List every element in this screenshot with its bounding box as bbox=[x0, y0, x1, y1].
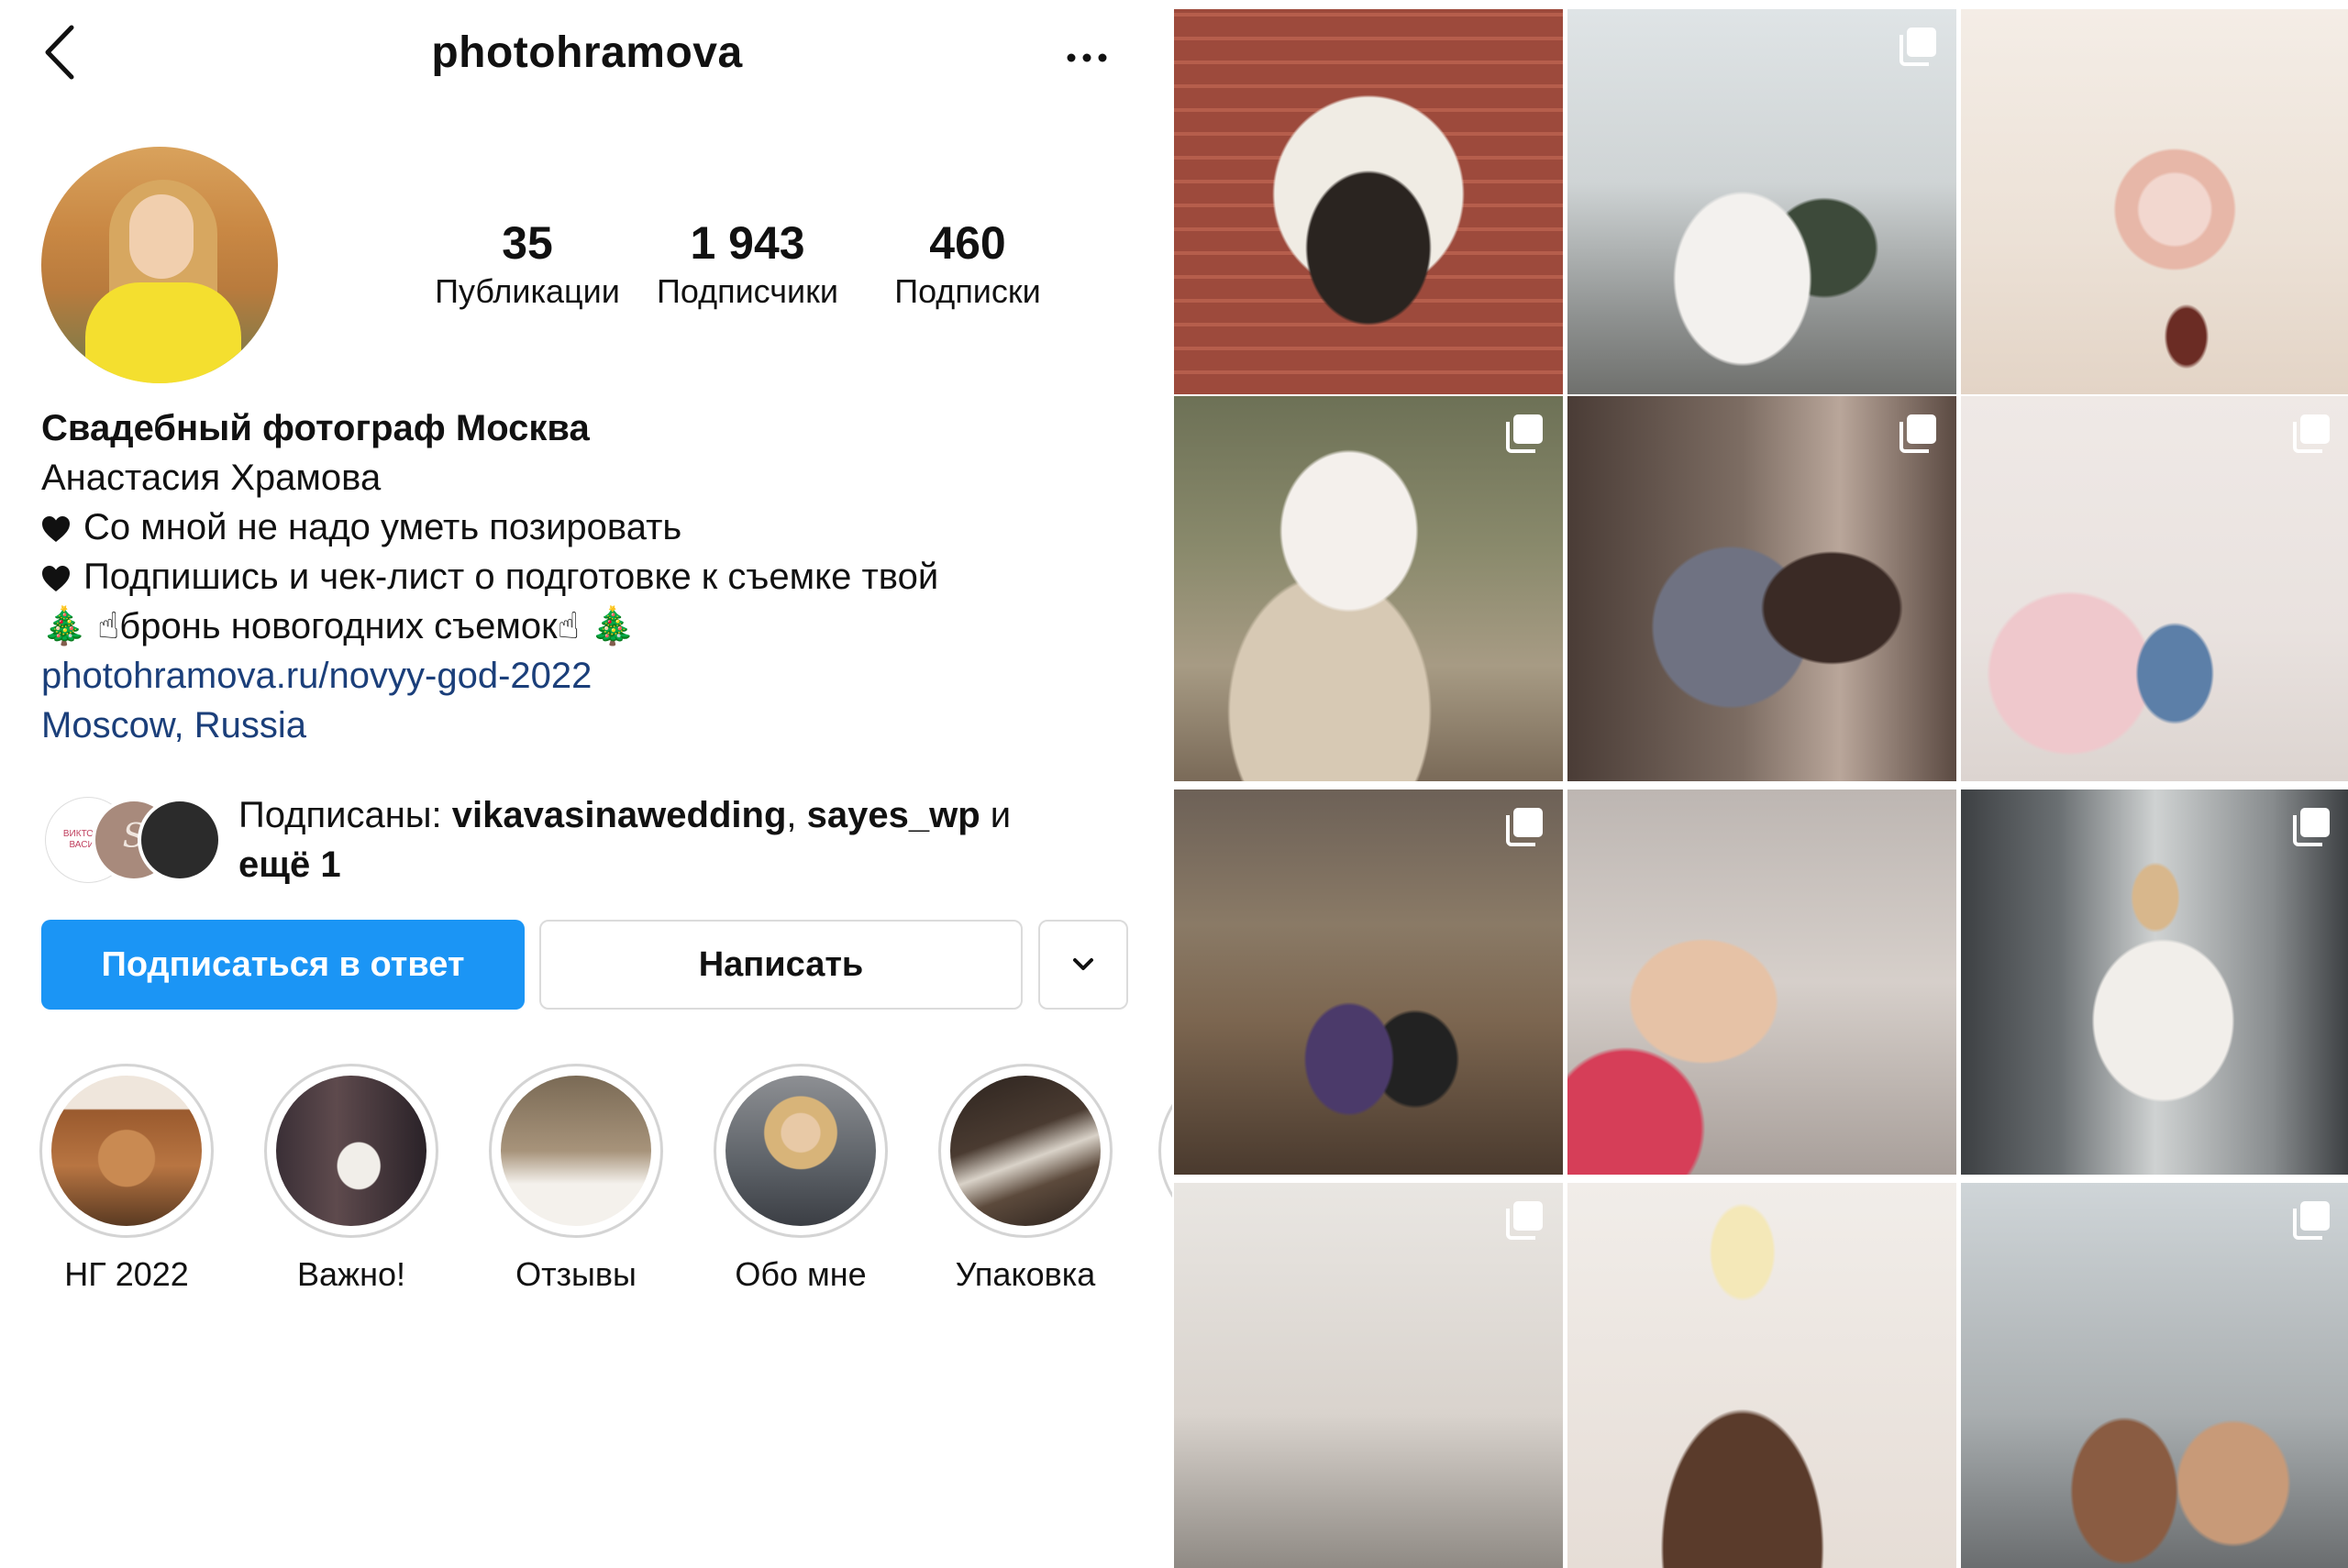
highlight-vazhno[interactable]: Важно! bbox=[260, 1064, 443, 1295]
follower-avatar-3 bbox=[138, 798, 222, 882]
post-tile[interactable] bbox=[1174, 9, 1563, 394]
avatar-shirt bbox=[85, 282, 241, 383]
highlight-cover bbox=[276, 1076, 426, 1226]
profile-avatar[interactable] bbox=[41, 147, 278, 383]
highlight-ring bbox=[714, 1064, 888, 1238]
profile-column: photohramova 35 Публикации 1 943 Подписч… bbox=[0, 0, 1186, 1319]
profile-username: photohramova bbox=[431, 28, 743, 77]
highlight-label: Важно! bbox=[296, 1255, 406, 1293]
multiple-photos-icon bbox=[2293, 1201, 2330, 1240]
following-label: Подписки bbox=[894, 272, 1041, 310]
avatar-face bbox=[129, 194, 194, 279]
heart-icon bbox=[42, 566, 70, 591]
suggested-dropdown-button[interactable] bbox=[1038, 920, 1128, 1010]
bio-line-1-text: Со мной не надо уметь позировать bbox=[83, 507, 682, 547]
posts-count: 35 bbox=[502, 217, 553, 269]
highlight-ng-2022[interactable]: НГ 2022 bbox=[35, 1064, 218, 1295]
posts-label: Публикации bbox=[435, 272, 620, 310]
followers-label: Подписчики bbox=[656, 272, 839, 310]
more-horizontal-icon bbox=[1067, 53, 1107, 62]
highlight-ring bbox=[264, 1064, 438, 1238]
multiple-photos-icon bbox=[1506, 414, 1543, 453]
bio-line-3: 🎄 ☝бронь новогодних съемок☝ 🎄 bbox=[41, 602, 1124, 651]
post-tile[interactable] bbox=[1961, 9, 2348, 394]
chevron-down-icon bbox=[1073, 958, 1093, 970]
highlight-cover bbox=[501, 1076, 651, 1226]
multiple-photos-icon bbox=[1899, 414, 1936, 453]
pointing-hand-icon: ☝ bbox=[96, 606, 120, 646]
stat-posts[interactable]: 35 Публикации bbox=[426, 215, 628, 313]
post-tile[interactable] bbox=[1174, 790, 1563, 1175]
highlight-label: Отзывы bbox=[515, 1255, 637, 1293]
following-count: 460 bbox=[929, 217, 1006, 269]
post-tile[interactable] bbox=[1567, 790, 1956, 1175]
christmas-tree-icon: 🎄 bbox=[590, 606, 636, 646]
bio-location[interactable]: Moscow, Russia bbox=[41, 701, 1124, 750]
multiple-photos-icon bbox=[2293, 808, 2330, 846]
more-options-button[interactable] bbox=[1064, 35, 1110, 81]
followed-prefix: Подписаны: bbox=[238, 795, 452, 835]
highlight-upakovka[interactable]: Упаковка bbox=[934, 1064, 1117, 1295]
profile-bio: Свадебный фотограф Москва Анастасия Храм… bbox=[41, 403, 1124, 750]
message-button[interactable]: Написать bbox=[539, 920, 1023, 1010]
followed-by[interactable]: ВИКТОРИЯ ВАСИНА S Подписаны: vikavasinaw… bbox=[41, 790, 1124, 891]
heart-icon bbox=[42, 516, 70, 542]
followed-user-1[interactable]: vikavasinawedding bbox=[452, 795, 787, 835]
post-tile[interactable] bbox=[1567, 9, 1956, 394]
highlight-ring bbox=[938, 1064, 1113, 1238]
followed-sep: , bbox=[786, 795, 807, 835]
stat-followers[interactable]: 1 943 Подписчики bbox=[642, 215, 853, 313]
post-tile[interactable] bbox=[1567, 396, 1956, 781]
post-tile[interactable] bbox=[1961, 790, 2348, 1175]
post-tile[interactable] bbox=[1174, 1183, 1563, 1568]
post-tile[interactable] bbox=[1961, 396, 2348, 781]
bio-line-2-text: Подпишись и чек-лист о подготовке к съем… bbox=[83, 557, 939, 597]
highlight-label: Обо мне bbox=[735, 1255, 867, 1293]
bio-line-3-text: бронь новогодних съемок bbox=[119, 606, 558, 646]
followed-suffix: и bbox=[980, 795, 1012, 835]
followed-user-2[interactable]: sayes_wp bbox=[807, 795, 980, 835]
followed-by-text: Подписаны: vikavasinawedding, sayes_wp и… bbox=[238, 790, 1119, 889]
highlight-label: НГ 2022 bbox=[64, 1255, 189, 1293]
pointing-hand-icon: ☝ bbox=[557, 606, 580, 646]
highlight-otzyvy[interactable]: Отзывы bbox=[484, 1064, 668, 1295]
bio-website-link[interactable]: photohramova.ru/novyy-god-2022 bbox=[41, 651, 1124, 701]
highlight-label: Упаковка bbox=[955, 1255, 1096, 1293]
post-tile[interactable] bbox=[1961, 1183, 2348, 1568]
highlight-obo-mne[interactable]: Обо мне bbox=[709, 1064, 892, 1295]
followers-count: 1 943 bbox=[690, 217, 805, 269]
highlight-ring bbox=[489, 1064, 663, 1238]
christmas-tree-icon: 🎄 bbox=[41, 606, 87, 646]
bio-line-1: Со мной не надо уметь позировать bbox=[41, 502, 1124, 552]
bio-category-name: Свадебный фотограф Москва bbox=[41, 408, 590, 448]
multiple-photos-icon bbox=[2293, 414, 2330, 453]
highlight-cover bbox=[725, 1076, 876, 1226]
multiple-photos-icon bbox=[1899, 28, 1936, 66]
post-tile[interactable] bbox=[1174, 396, 1563, 781]
multiple-photos-icon bbox=[1506, 808, 1543, 846]
multiple-photos-icon bbox=[1506, 1201, 1543, 1240]
posts-grid bbox=[1172, 0, 2348, 1568]
highlight-cover bbox=[51, 1076, 202, 1226]
followed-more[interactable]: ещё 1 bbox=[238, 845, 341, 885]
post-tile[interactable] bbox=[1567, 1183, 1956, 1568]
highlight-cover bbox=[950, 1076, 1101, 1226]
stat-following[interactable]: 460 Подписки bbox=[867, 215, 1069, 313]
bio-full-name: Анастасия Храмова bbox=[41, 458, 382, 498]
follow-back-button[interactable]: Подписаться в ответ bbox=[41, 920, 525, 1010]
bio-line-2: Подпишись и чек-лист о подготовке к съем… bbox=[41, 552, 1124, 602]
highlight-ring bbox=[39, 1064, 214, 1238]
